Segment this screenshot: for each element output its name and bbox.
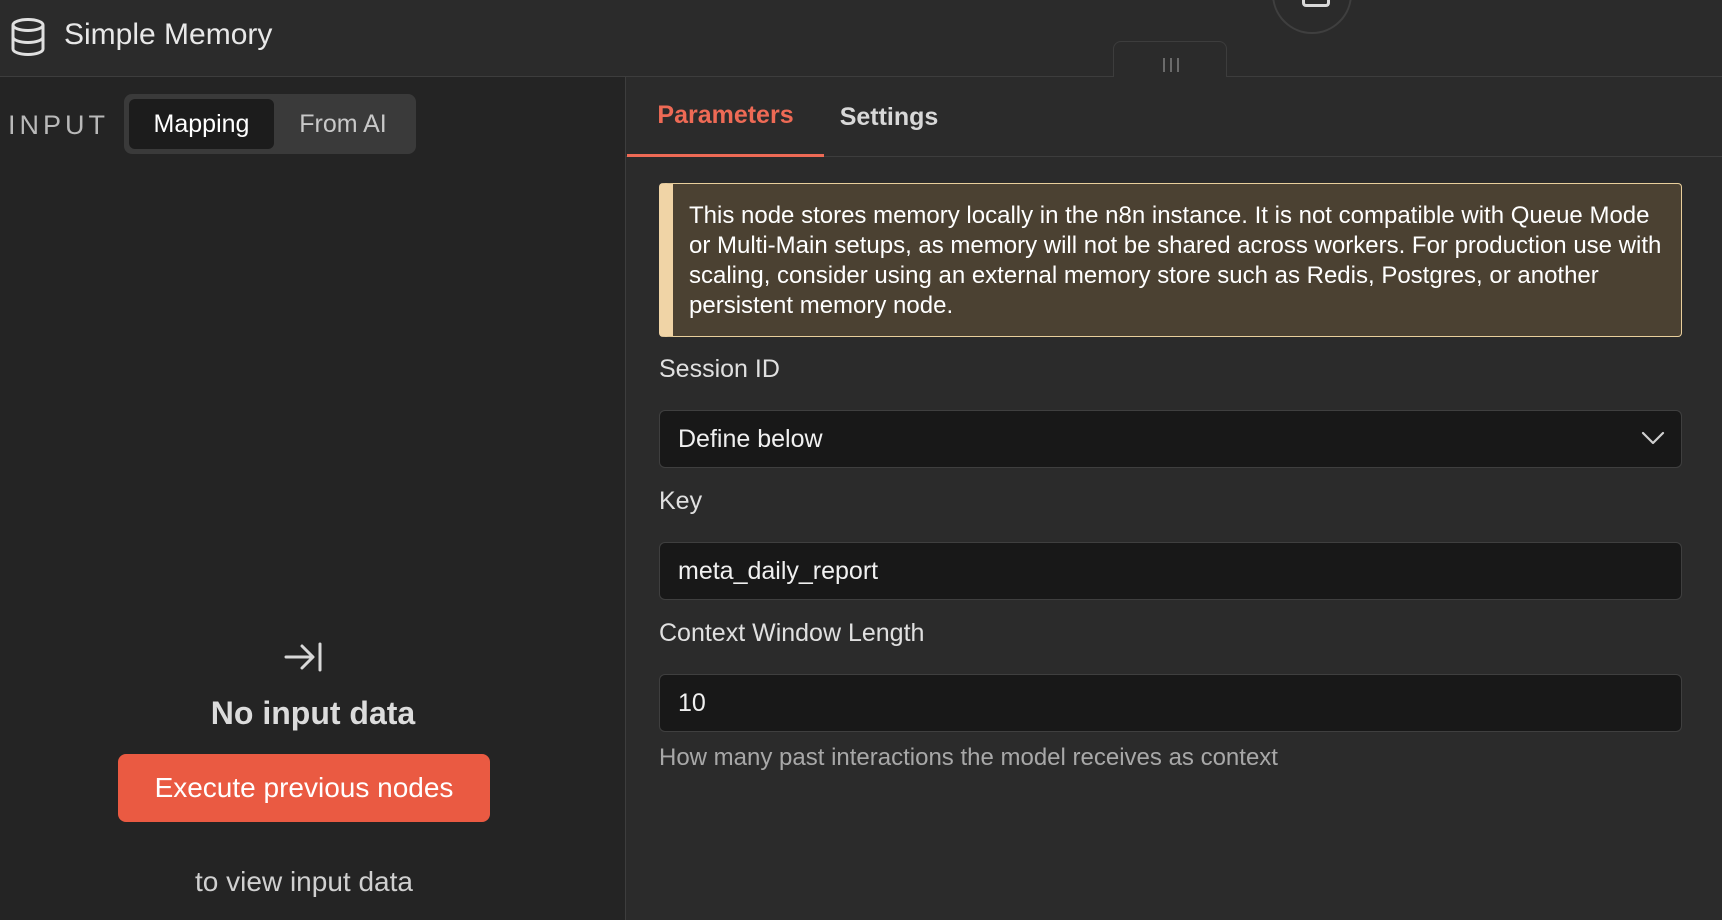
input-panel: INPUT Mapping From AI No input data Exec… (0, 77, 626, 920)
from-ai-tab[interactable]: From AI (274, 99, 412, 149)
warning-notice: This node stores memory locally in the n… (659, 183, 1682, 337)
session-id-label: Session ID (659, 355, 780, 383)
floating-action-button[interactable] (1272, 0, 1352, 34)
database-icon (11, 18, 45, 57)
node-title[interactable]: Simple Memory (64, 18, 272, 52)
session-id-value: Define below (678, 424, 823, 453)
context-window-value: 10 (678, 688, 706, 717)
empty-state-title: No input data (210, 695, 416, 731)
key-value: meta_daily_report (678, 556, 879, 585)
mapping-mode-switch: Mapping From AI (124, 94, 416, 154)
execute-previous-nodes-button[interactable]: Execute previous nodes (118, 754, 490, 822)
mapping-tab[interactable]: Mapping (129, 99, 274, 149)
key-input[interactable]: meta_daily_report (659, 542, 1682, 600)
chevron-down-icon (1641, 431, 1665, 445)
input-panel-label: INPUT (8, 110, 109, 140)
key-label: Key (659, 487, 703, 515)
context-window-input[interactable]: 10 (659, 674, 1682, 732)
parameters-panel: Parameters Settings This node stores mem… (626, 77, 1722, 920)
session-id-select[interactable]: Define below (659, 410, 1682, 468)
panel-tabs: Parameters Settings (626, 77, 1722, 157)
square-icon (1302, 0, 1330, 7)
panel-drag-handle[interactable] (1113, 41, 1227, 79)
context-window-label: Context Window Length (659, 619, 925, 647)
arrow-to-right-icon (284, 642, 322, 672)
node-header: Simple Memory (0, 0, 1722, 79)
tab-settings[interactable]: Settings (824, 77, 954, 157)
tab-parameters[interactable]: Parameters (627, 77, 824, 157)
context-window-hint: How many past interactions the model rec… (659, 744, 1278, 771)
empty-state-hint: to view input data (195, 866, 413, 897)
